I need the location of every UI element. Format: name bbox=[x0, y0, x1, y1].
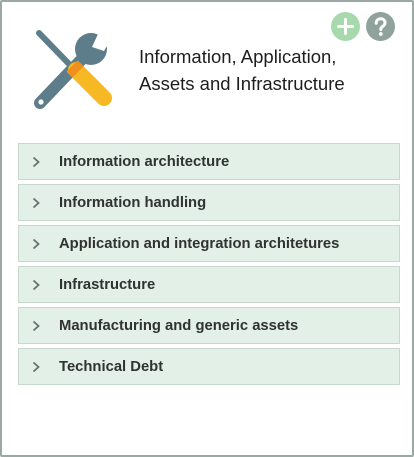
chevron-right-icon bbox=[21, 184, 51, 221]
section-label: Information architecture bbox=[59, 153, 230, 170]
section-application-integration[interactable]: Application and integration architetures bbox=[18, 225, 400, 262]
add-button[interactable] bbox=[331, 12, 360, 41]
section-label: Infrastructure bbox=[59, 276, 156, 293]
chevron-right-icon bbox=[21, 225, 51, 262]
panel-title: Information, Application, Assets and Inf… bbox=[139, 46, 345, 94]
section-label: Manufacturing and generic assets bbox=[59, 317, 299, 334]
section-infrastructure[interactable]: Infrastructure bbox=[18, 266, 400, 303]
tools-icon bbox=[32, 29, 116, 113]
chevron-right-icon bbox=[21, 307, 51, 344]
help-button[interactable] bbox=[366, 12, 395, 41]
section-information-handling[interactable]: Information handling bbox=[18, 184, 400, 221]
section-technical-debt[interactable]: Technical Debt bbox=[18, 348, 400, 385]
chevron-right-icon bbox=[21, 348, 51, 385]
section-manufacturing-assets[interactable]: Manufacturing and generic assets bbox=[18, 307, 400, 344]
plus-icon bbox=[337, 18, 354, 35]
section-accordion: Information architecture Information han… bbox=[18, 143, 400, 385]
chevron-right-icon bbox=[21, 143, 51, 180]
chevron-right-icon bbox=[21, 266, 51, 303]
question-icon bbox=[374, 17, 387, 36]
section-label: Technical Debt bbox=[59, 358, 164, 375]
section-label: Application and integration architetures bbox=[59, 235, 340, 252]
section-label: Information handling bbox=[59, 194, 207, 211]
panel-card: Information, Application, Assets and Inf… bbox=[0, 0, 414, 457]
section-information-architecture[interactable]: Information architecture bbox=[18, 143, 400, 180]
header-toolbar bbox=[331, 12, 395, 41]
